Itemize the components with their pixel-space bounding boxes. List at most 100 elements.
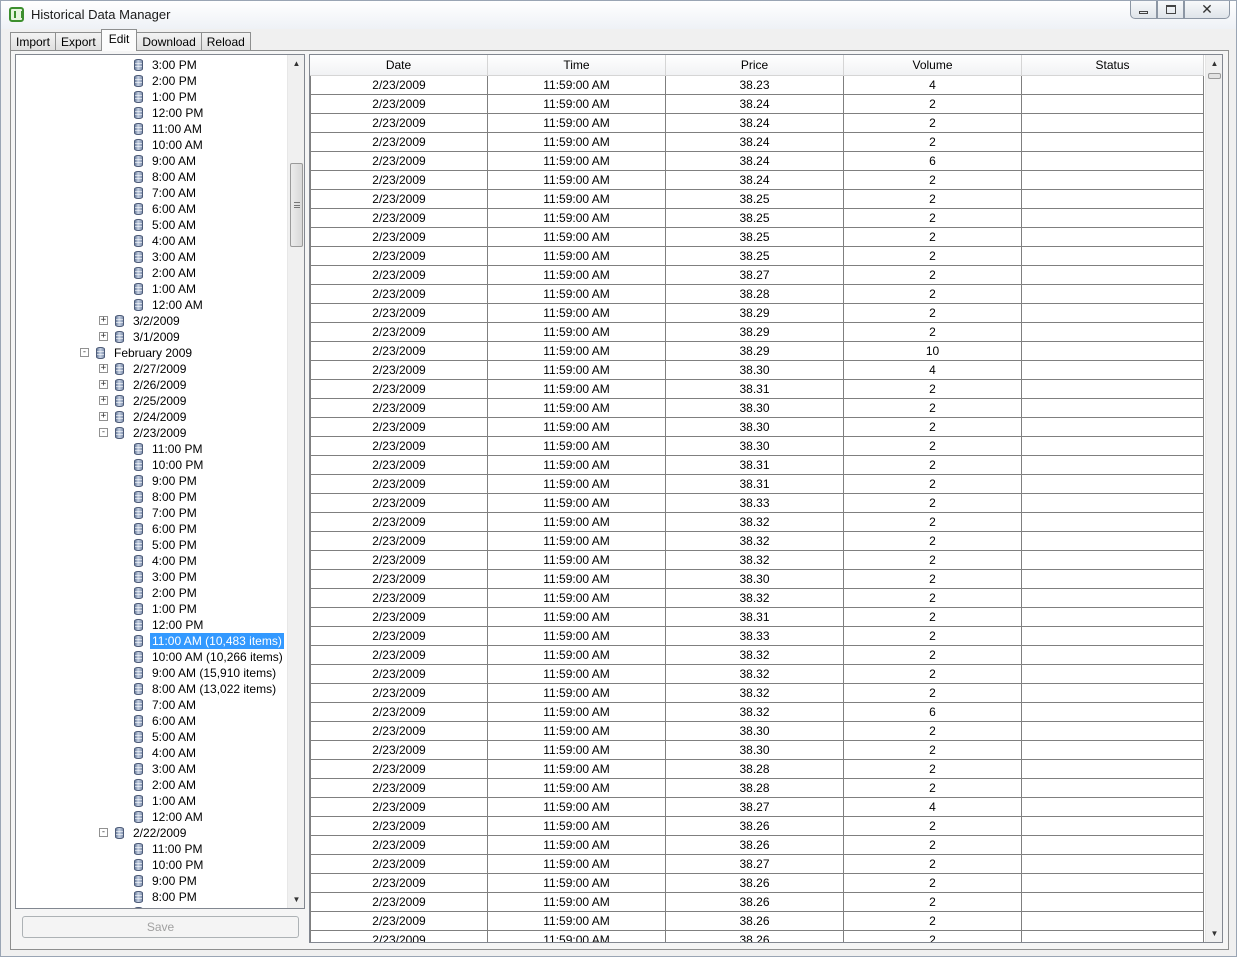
cell-status[interactable] (1022, 361, 1204, 380)
table-row[interactable]: 2/23/2009 11:59:00 AM 38.33 2 (310, 627, 1204, 646)
cell-date[interactable]: 2/23/2009 (310, 532, 488, 551)
cell-price[interactable]: 38.27 (666, 855, 844, 874)
cell-date[interactable]: 2/23/2009 (310, 646, 488, 665)
cell-date[interactable]: 2/23/2009 (310, 304, 488, 323)
cell-status[interactable] (1022, 247, 1204, 266)
table-row[interactable]: 2/23/2009 11:59:00 AM 38.32 2 (310, 551, 1204, 570)
cell-status[interactable] (1022, 893, 1204, 912)
cell-volume[interactable]: 2 (844, 437, 1022, 456)
cell-volume[interactable]: 2 (844, 133, 1022, 152)
table-row[interactable]: 2/23/2009 11:59:00 AM 38.30 2 (310, 437, 1204, 456)
cell-price[interactable]: 38.30 (666, 437, 844, 456)
cell-time[interactable]: 11:59:00 AM (488, 627, 666, 646)
cell-date[interactable]: 2/23/2009 (310, 95, 488, 114)
tree-item[interactable]: +2/25/2009 (16, 393, 289, 409)
cell-time[interactable]: 11:59:00 AM (488, 456, 666, 475)
cell-date[interactable]: 2/23/2009 (310, 380, 488, 399)
cell-status[interactable] (1022, 342, 1204, 361)
cell-time[interactable]: 11:59:00 AM (488, 380, 666, 399)
cell-volume[interactable]: 2 (844, 760, 1022, 779)
cell-price[interactable]: 38.32 (666, 513, 844, 532)
cell-date[interactable]: 2/23/2009 (310, 684, 488, 703)
table-row[interactable]: 2/23/2009 11:59:00 AM 38.29 2 (310, 323, 1204, 342)
cell-time[interactable]: 11:59:00 AM (488, 323, 666, 342)
cell-status[interactable] (1022, 418, 1204, 437)
tree-item[interactable]: 11:00 AM (16, 121, 289, 137)
tree-item[interactable]: 9:00 PM (16, 873, 289, 889)
cell-date[interactable]: 2/23/2009 (310, 133, 488, 152)
expand-icon[interactable]: + (99, 316, 108, 325)
cell-status[interactable] (1022, 323, 1204, 342)
cell-price[interactable]: 38.31 (666, 608, 844, 627)
tree-item[interactable]: 1:00 PM (16, 601, 289, 617)
tree-item[interactable]: 3:00 PM (16, 569, 289, 585)
table-row[interactable]: 2/23/2009 11:59:00 AM 38.28 2 (310, 779, 1204, 798)
cell-status[interactable] (1022, 741, 1204, 760)
tree-item[interactable]: 7:00 AM (16, 185, 289, 201)
cell-date[interactable]: 2/23/2009 (310, 228, 488, 247)
cell-date[interactable]: 2/23/2009 (310, 418, 488, 437)
cell-volume[interactable]: 4 (844, 361, 1022, 380)
cell-status[interactable] (1022, 855, 1204, 874)
cell-volume[interactable]: 2 (844, 399, 1022, 418)
cell-status[interactable] (1022, 437, 1204, 456)
cell-time[interactable]: 11:59:00 AM (488, 608, 666, 627)
cell-volume[interactable]: 2 (844, 209, 1022, 228)
tree-item[interactable]: 2:00 PM (16, 585, 289, 601)
cell-time[interactable]: 11:59:00 AM (488, 247, 666, 266)
cell-price[interactable]: 38.32 (666, 665, 844, 684)
table-row[interactable]: 2/23/2009 11:59:00 AM 38.30 2 (310, 570, 1204, 589)
cell-date[interactable]: 2/23/2009 (310, 703, 488, 722)
table-row[interactable]: 2/23/2009 11:59:00 AM 38.25 2 (310, 209, 1204, 228)
cell-status[interactable] (1022, 95, 1204, 114)
column-header-time[interactable]: Time (488, 55, 666, 76)
table-row[interactable]: 2/23/2009 11:59:00 AM 38.27 2 (310, 266, 1204, 285)
tree-item[interactable]: 12:00 AM (16, 809, 289, 825)
tree-item[interactable]: 6:00 PM (16, 521, 289, 537)
cell-time[interactable]: 11:59:00 AM (488, 361, 666, 380)
tree-item[interactable]: 12:00 PM (16, 105, 289, 121)
cell-date[interactable]: 2/23/2009 (310, 912, 488, 931)
cell-status[interactable] (1022, 133, 1204, 152)
scroll-down-icon[interactable]: ▼ (1206, 925, 1222, 942)
cell-time[interactable]: 11:59:00 AM (488, 779, 666, 798)
tab-import[interactable]: Import (10, 32, 57, 51)
table-row[interactable]: 2/23/2009 11:59:00 AM 38.32 2 (310, 532, 1204, 551)
tree-item[interactable]: 4:00 PM (16, 553, 289, 569)
cell-price[interactable]: 38.28 (666, 779, 844, 798)
table-row[interactable]: 2/23/2009 11:59:00 AM 38.26 2 (310, 893, 1204, 912)
expand-icon[interactable]: + (99, 380, 108, 389)
expand-icon[interactable]: + (99, 396, 108, 405)
cell-date[interactable]: 2/23/2009 (310, 779, 488, 798)
cell-status[interactable] (1022, 190, 1204, 209)
cell-volume[interactable]: 2 (844, 380, 1022, 399)
cell-time[interactable]: 11:59:00 AM (488, 475, 666, 494)
tree-item[interactable]: 2:00 AM (16, 777, 289, 793)
cell-status[interactable] (1022, 399, 1204, 418)
cell-time[interactable]: 11:59:00 AM (488, 266, 666, 285)
cell-status[interactable] (1022, 76, 1204, 95)
tree-item[interactable]: 3:00 AM (16, 249, 289, 265)
cell-time[interactable]: 11:59:00 AM (488, 494, 666, 513)
cell-date[interactable]: 2/23/2009 (310, 494, 488, 513)
table-row[interactable]: 2/23/2009 11:59:00 AM 38.24 2 (310, 95, 1204, 114)
cell-date[interactable]: 2/23/2009 (310, 817, 488, 836)
cell-date[interactable]: 2/23/2009 (310, 893, 488, 912)
grid-scroll-thumb[interactable] (1208, 73, 1221, 79)
table-row[interactable]: 2/23/2009 11:59:00 AM 38.30 2 (310, 399, 1204, 418)
cell-price[interactable]: 38.25 (666, 247, 844, 266)
cell-price[interactable]: 38.26 (666, 931, 844, 942)
cell-date[interactable]: 2/23/2009 (310, 475, 488, 494)
cell-price[interactable]: 38.28 (666, 760, 844, 779)
cell-price[interactable]: 38.25 (666, 209, 844, 228)
cell-date[interactable]: 2/23/2009 (310, 513, 488, 532)
cell-price[interactable]: 38.30 (666, 722, 844, 741)
cell-volume[interactable]: 2 (844, 247, 1022, 266)
cell-date[interactable]: 2/23/2009 (310, 399, 488, 418)
tree-item[interactable]: 12:00 PM (16, 617, 289, 633)
column-header-status[interactable]: Status (1022, 55, 1204, 76)
cell-volume[interactable]: 2 (844, 627, 1022, 646)
cell-time[interactable]: 11:59:00 AM (488, 399, 666, 418)
cell-volume[interactable]: 2 (844, 779, 1022, 798)
cell-price[interactable]: 38.30 (666, 418, 844, 437)
